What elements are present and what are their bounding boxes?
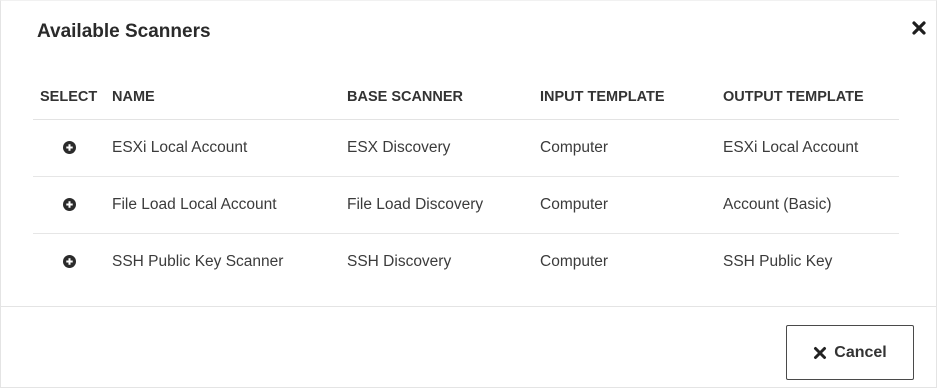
- select-cell: [33, 119, 105, 177]
- close-icon[interactable]: [911, 20, 927, 36]
- plus-circle-icon[interactable]: [62, 198, 76, 212]
- plus-circle-icon[interactable]: [62, 141, 76, 155]
- output-template: Account (Basic): [716, 176, 899, 234]
- output-template: ESXi Local Account: [716, 119, 899, 177]
- cancel-button-label: Cancel: [834, 343, 887, 361]
- column-header-select: SELECT: [33, 75, 105, 120]
- base-scanner: ESX Discovery: [340, 119, 533, 177]
- cancel-button[interactable]: Cancel: [786, 325, 914, 380]
- scanner-name: ESXi Local Account: [105, 119, 340, 177]
- plus-circle-icon[interactable]: [62, 255, 76, 269]
- scanners-table: SELECT NAME BASE SCANNER INPUT TEMPLATE …: [33, 75, 899, 290]
- column-header-base-scanner: BASE SCANNER: [340, 75, 533, 120]
- table-row: ESXi Local Account ESX Discovery Compute…: [33, 119, 899, 177]
- base-scanner: SSH Discovery: [347, 253, 452, 270]
- scanners-table-container: SELECT NAME BASE SCANNER INPUT TEMPLATE …: [33, 75, 899, 290]
- select-cell: [33, 234, 105, 291]
- scanner-name: File Load Local Account: [105, 176, 340, 234]
- column-header-input-template: INPUT TEMPLATE: [533, 75, 716, 120]
- input-template: Computer: [533, 176, 716, 234]
- output-template: SSH Public Key: [723, 253, 833, 270]
- base-scanner: File Load Discovery: [340, 176, 533, 234]
- input-template: Computer: [540, 253, 609, 270]
- column-header-output-template: OUTPUT TEMPLATE: [716, 75, 899, 120]
- table-row: File Load Local Account File Load Discov…: [33, 176, 899, 234]
- scanner-name: SSH Public Key Scanner: [112, 253, 284, 270]
- column-header-name: NAME: [105, 75, 340, 120]
- dialog-title: Available Scanners: [37, 21, 211, 42]
- table-row: SSH Public Key Scanner SSH Discovery Com…: [33, 234, 899, 291]
- table-header-row: SELECT NAME BASE SCANNER INPUT TEMPLATE …: [33, 75, 899, 120]
- x-icon: [814, 346, 827, 359]
- input-template: Computer: [533, 119, 716, 177]
- select-cell: [33, 176, 105, 234]
- available-scanners-dialog: Available Scanners SELECT NAME BASE SCAN…: [0, 0, 937, 388]
- footer-divider: [1, 306, 936, 307]
